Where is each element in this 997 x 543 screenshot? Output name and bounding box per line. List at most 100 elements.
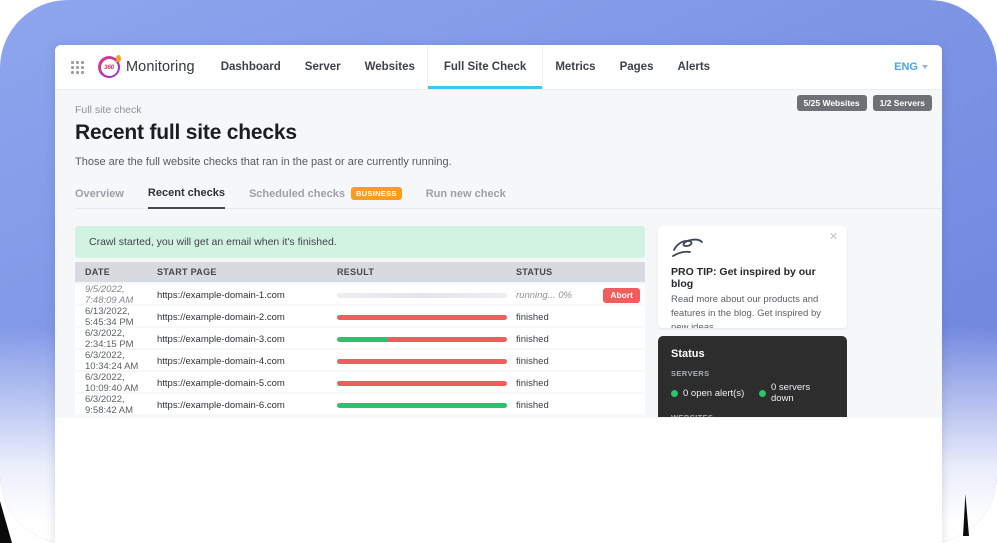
cell-status: finished [516, 400, 645, 411]
status-items: 0 open alert(s) 0 servers down [671, 382, 834, 404]
cell-status: finished [516, 312, 645, 323]
flame-icon [116, 55, 121, 62]
cell-result [337, 403, 516, 408]
cell-result [337, 315, 516, 320]
cell-start-page: https://example-domain-5.com [157, 378, 337, 389]
tab-scheduled-checks[interactable]: Scheduled checksBUSINESS [249, 187, 402, 208]
cell-date: 6/3/2022, 9:58:42 AM [85, 394, 157, 416]
pro-tip-body: Read more about our products and feature… [671, 293, 834, 328]
chevron-down-icon [922, 65, 928, 69]
progress-green-segment [337, 403, 507, 408]
nav-item-full-site-check[interactable]: Full Site Check [427, 45, 543, 89]
tab-label: Overview [75, 188, 124, 200]
nav-item-alerts[interactable]: Alerts [665, 45, 722, 89]
nav-item-metrics[interactable]: Metrics [543, 45, 607, 89]
col-status: STATUS [516, 267, 645, 277]
tab-recent-checks[interactable]: Recent checks [148, 187, 225, 209]
cell-date: 9/5/2022, 7:48:09 AM [85, 284, 157, 306]
col-start-page: START PAGE [157, 267, 337, 277]
status-panel: Status SERVERS 0 open alert(s) 0 servers d… [658, 336, 847, 417]
green-dot-icon [671, 390, 678, 397]
quota-badge: 1/2 Servers [873, 95, 932, 111]
tab-label: Recent checks [148, 187, 225, 199]
cell-result [337, 337, 516, 342]
progress-green-segment [337, 337, 388, 342]
page-title: Recent full site checks [75, 121, 922, 145]
language-selector[interactable]: ENG [894, 61, 928, 73]
progress-red-segment [337, 359, 507, 364]
app-window: 360 Monitoring DashboardServerWebsitesFu… [55, 45, 942, 543]
progress-bar [337, 315, 507, 320]
progress-red-segment [337, 381, 507, 386]
logo-360-icon: 360 [98, 56, 120, 78]
cell-date: 6/13/2022, 5:45:34 PM [85, 306, 157, 328]
status-item-label: 0 servers down [771, 382, 834, 404]
quota-badge: 5/25 Websites [797, 95, 867, 111]
side-column: ✕ PRO TIP: Get inspired by our blog Read… [658, 226, 847, 417]
status-item: 0 servers down [759, 382, 834, 404]
cell-start-page: https://example-domain-2.com [157, 312, 337, 323]
cell-start-page: https://example-domain-3.com [157, 334, 337, 345]
status-text: finished [516, 400, 549, 411]
breadcrumb: Full site check [75, 104, 922, 116]
cell-status: finished [516, 356, 645, 367]
status-text: finished [516, 334, 549, 345]
progress-bar [337, 381, 507, 386]
cell-status: finished [516, 378, 645, 389]
cell-result [337, 293, 516, 298]
status-panel-title: Status [671, 348, 834, 360]
tab-label: Run new check [426, 188, 506, 200]
progress-red-segment [337, 315, 507, 320]
nav-items: DashboardServerWebsitesFull Site CheckMe… [209, 45, 722, 89]
tab-overview[interactable]: Overview [75, 188, 124, 208]
cell-start-page: https://example-domain-1.com [157, 290, 337, 301]
progress-bar [337, 359, 507, 364]
logo[interactable]: 360 Monitoring [98, 56, 195, 78]
nav-item-websites[interactable]: Websites [353, 45, 427, 89]
tabs: Overview Recent checks Scheduled checksBUS… [75, 187, 942, 209]
cell-date: 6/3/2022, 10:34:24 AM [85, 350, 157, 372]
abort-button[interactable]: Abort [603, 288, 640, 303]
status-text: running... 0% [516, 290, 572, 301]
status-text: finished [516, 356, 549, 367]
table-row: 6/13/2022, 5:45:34 PMhttps://example-dom… [75, 306, 645, 326]
table-row: 6/3/2022, 10:34:24 AMhttps://example-dom… [75, 350, 645, 370]
success-banner: Crawl started, you will get an email whe… [75, 226, 645, 258]
cell-date: 6/3/2022, 10:09:40 AM [85, 372, 157, 394]
status-text: finished [516, 378, 549, 389]
navbar: 360 Monitoring DashboardServerWebsitesFu… [55, 45, 942, 90]
status-item: 0 open alert(s) [671, 382, 759, 404]
status-section-label: WEBSITES [671, 413, 834, 417]
nav-item-dashboard[interactable]: Dashboard [209, 45, 293, 89]
cell-result [337, 359, 516, 364]
status-section-label: SERVERS [671, 369, 834, 378]
nav-item-pages[interactable]: Pages [608, 45, 666, 89]
pro-tip-title: PRO TIP: Get inspired by our blog [671, 266, 834, 290]
table-row: 6/3/2022, 10:09:40 AMhttps://example-dom… [75, 372, 645, 392]
cell-status: running... 0% Abort [516, 288, 645, 303]
cell-start-page: https://example-domain-4.com [157, 356, 337, 367]
close-icon[interactable]: ✕ [829, 232, 838, 243]
status-text: finished [516, 312, 549, 323]
progress-red-segment [388, 337, 507, 342]
status-item-label: 0 open alert(s) [683, 388, 744, 399]
cell-status: finished [516, 334, 645, 345]
tab-label: Scheduled checks [249, 188, 345, 200]
cell-date: 6/3/2022, 2:34:15 PM [85, 328, 157, 350]
progress-bar [337, 337, 507, 342]
main-grid: Crawl started, you will get an email whe… [75, 226, 922, 417]
status-sections: SERVERS 0 open alert(s) 0 servers down WEBS… [671, 369, 834, 417]
cell-result [337, 381, 516, 386]
tab-run-new-check[interactable]: Run new check [426, 188, 506, 208]
col-date: DATE [85, 267, 157, 277]
nav-item-server[interactable]: Server [293, 45, 353, 89]
pro-tip-card: ✕ PRO TIP: Get inspired by our blog Read… [658, 226, 847, 328]
stage: 360 Monitoring DashboardServerWebsitesFu… [0, 0, 997, 543]
col-result: RESULT [337, 267, 516, 277]
table-row: 9/5/2022, 7:48:09 AMhttps://example-doma… [75, 284, 645, 304]
app-grid-icon[interactable] [71, 61, 84, 74]
inspiration-doodle-icon [671, 236, 705, 260]
progress-bar [337, 293, 507, 298]
cell-start-page: https://example-domain-6.com [157, 400, 337, 411]
progress-bar [337, 403, 507, 408]
